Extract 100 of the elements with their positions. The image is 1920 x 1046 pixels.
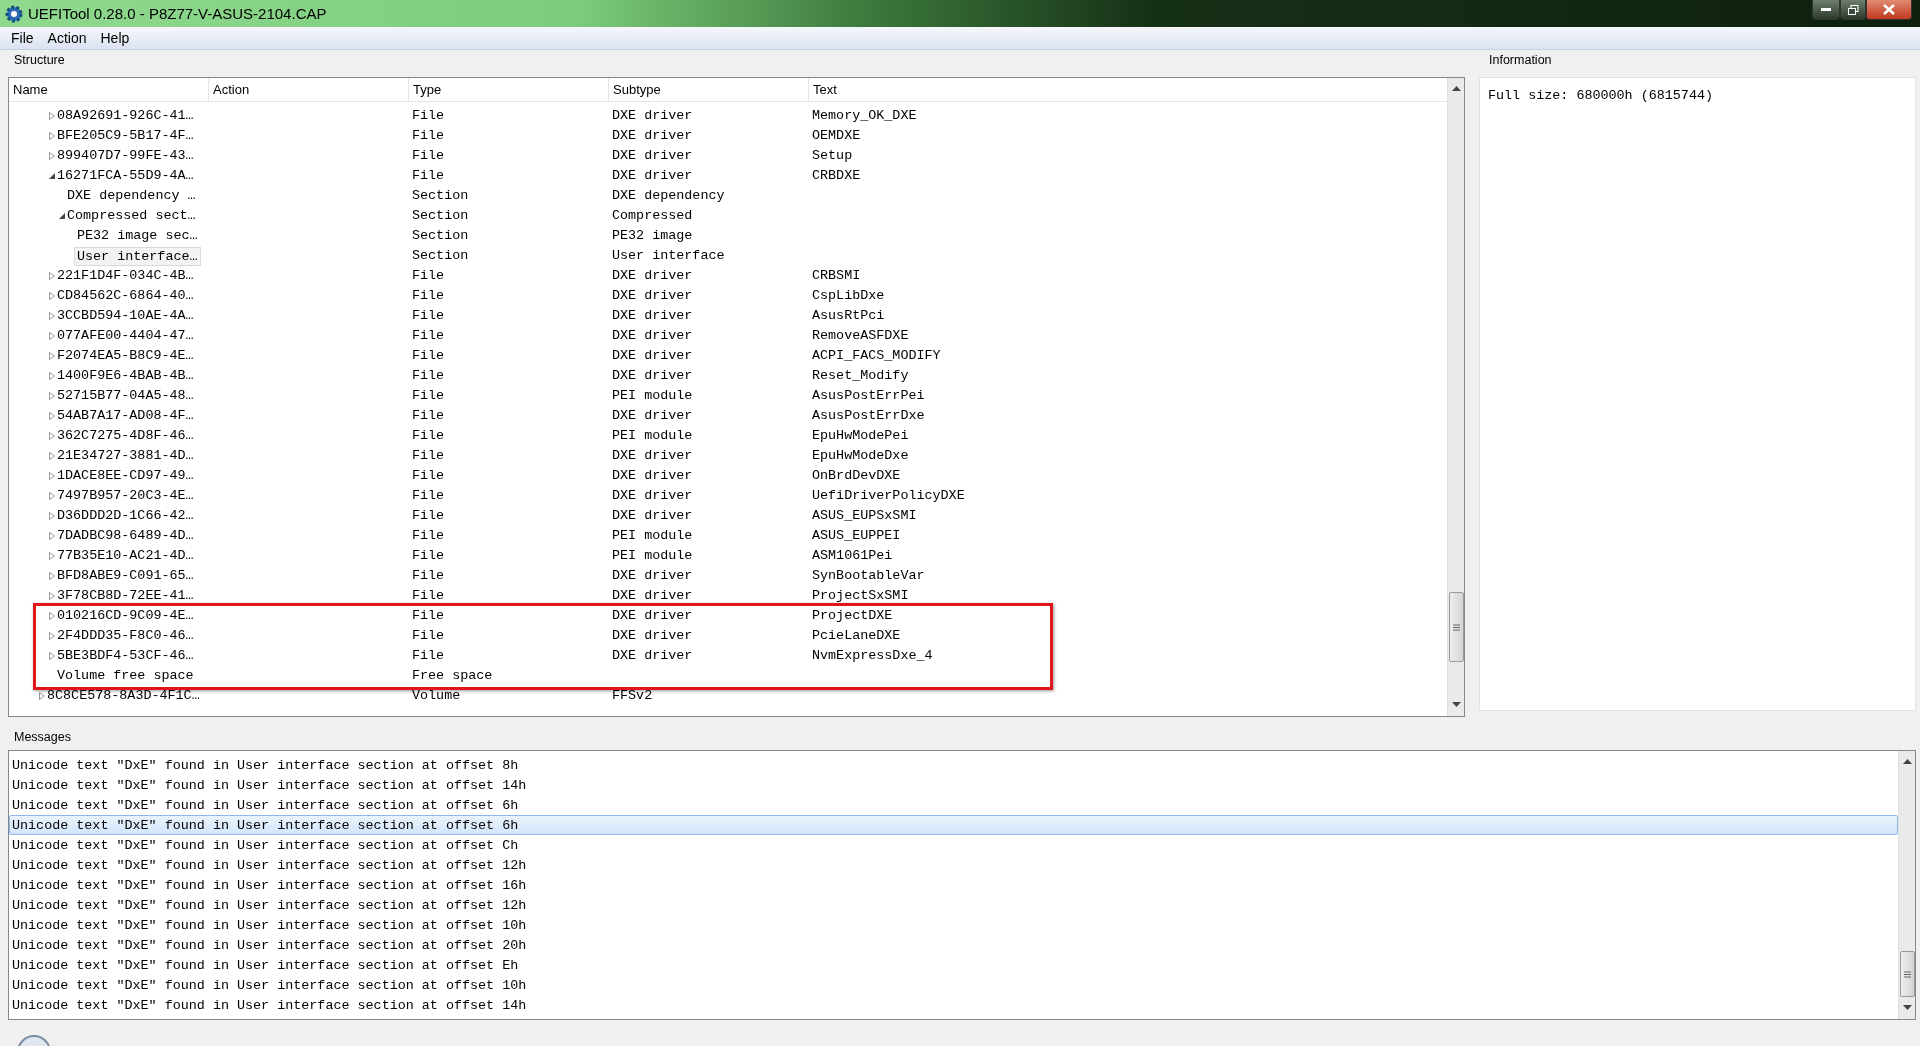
column-header[interactable]: Name [9,78,209,101]
tree-item-label[interactable]: 221F1D4F-034C-4B… [57,266,194,286]
table-cell: DXE driver [612,448,693,463]
table-cell: DXE driver [612,488,693,503]
expand-arrow-icon[interactable] [48,632,56,640]
expand-arrow-icon[interactable] [48,512,56,520]
message-row[interactable]: Unicode text "DxE" found in User interface section at offset Ch [9,835,1898,855]
message-row[interactable]: Unicode text "DxE" found in User interface section at offset 10h [9,915,1898,935]
menu-item[interactable]: Action [40,26,94,50]
message-row[interactable]: Unicode text "DxE" found in User interface section at offset 6h [9,815,1898,835]
table-cell: CRBSMI [812,268,861,283]
expand-arrow-icon[interactable] [48,412,56,420]
expand-arrow-icon[interactable] [48,572,56,580]
tree-item-label[interactable]: DXE dependency … [67,186,196,206]
tree-item-label[interactable]: Volume free space [57,666,194,686]
table-cell: CRBDXE [812,168,861,183]
table-cell: RemoveASFDXE [812,328,909,343]
tree-item-label[interactable]: Compressed sect… [67,206,196,226]
window-title: UEFITool 0.28.0 - P8Z77-V-ASUS-2104.CAP [28,4,327,24]
tree-item-label[interactable]: 2F4DDD35-F8C0-46… [57,626,194,646]
tree-item-label[interactable]: 899407D7-99FE-43… [57,146,194,166]
tree-item-label[interactable]: 3CCBD594-10AE-4A… [57,306,194,326]
tree-item-label[interactable]: 362C7275-4D8F-46… [57,426,194,446]
expand-arrow-icon[interactable] [48,472,56,480]
expand-arrow-icon[interactable] [48,392,56,400]
expand-arrow-icon[interactable] [48,592,56,600]
message-row[interactable]: Unicode text "DxE" found in User interface section at offset 6h [9,795,1898,815]
message-row[interactable]: Unicode text "DxE" found in User interface section at offset 10h [9,975,1898,995]
expand-arrow-icon[interactable] [48,452,56,460]
close-button[interactable] [1866,0,1912,20]
menu-item[interactable]: File [4,26,41,50]
table-cell: File [412,328,445,343]
expand-arrow-icon[interactable] [48,292,56,300]
table-cell: Reset_Modify [812,368,909,383]
column-header[interactable]: Action [209,78,409,101]
tree-item-label[interactable]: 010216CD-9C09-4E… [57,606,194,626]
column-header[interactable]: Text [809,78,1447,101]
tree-item-label[interactable]: BFD8ABE9-C091-65… [57,566,194,586]
tree-item-label[interactable]: 5BE3BDF4-53CF-46… [57,646,194,666]
menu-item[interactable]: Help [93,26,137,50]
tree-item-label[interactable]: 21E34727-3881-4D… [57,446,194,466]
expand-arrow-icon[interactable] [48,492,56,500]
tree-item-label[interactable]: 7DADBC98-6489-4D… [57,526,194,546]
expand-arrow-icon[interactable] [48,612,56,620]
expand-arrow-icon[interactable] [48,272,56,280]
table-cell: DXE driver [612,268,693,283]
tree-item-label[interactable]: 08A92691-926C-41… [57,106,194,126]
maximize-button[interactable] [1840,0,1866,20]
message-row[interactable]: Unicode text "DxE" found in User interface section at offset 14h [9,995,1898,1015]
scrollbar[interactable] [1898,751,1915,1019]
table-cell: Setup [812,148,853,163]
tree-item-label[interactable]: 16271FCA-55D9-4A… [57,166,194,186]
message-row[interactable]: Unicode text "DxE" found in User interface section at offset Eh [9,955,1898,975]
scrollbar[interactable] [1447,78,1464,716]
tree-item-label[interactable]: PE32 image sec… [77,226,198,246]
column-header[interactable]: Type [409,78,609,101]
message-row[interactable]: Unicode text "DxE" found in User interface section at offset 12h [9,855,1898,875]
expand-arrow-icon[interactable] [48,552,56,560]
expand-arrow-icon[interactable] [48,112,56,120]
tree-item-label[interactable]: D36DDD2D-1C66-42… [57,506,194,526]
tree-item-label[interactable]: BFE205C9-5B17-4F… [57,126,194,146]
message-row[interactable]: Unicode text "DxE" found in User interface section at offset 20h [9,935,1898,955]
tree-item-label[interactable]: 54AB7A17-AD08-4F… [57,406,194,426]
tree-item-label[interactable]: F2074EA5-B8C9-4E… [57,346,194,366]
expand-arrow-icon[interactable] [48,332,56,340]
grip-icon [1453,623,1460,631]
expand-arrow-icon[interactable] [48,152,56,160]
tree-item-label[interactable]: 52715B77-04A5-48… [57,386,194,406]
tree-item-label[interactable]: 1400F9E6-4BAB-4B… [57,366,194,386]
message-row[interactable]: Unicode text "DxE" found in User interface section at offset 8h [9,755,1898,775]
table-cell: DXE driver [612,368,693,383]
expand-arrow-icon[interactable] [48,652,56,660]
tree-item-label[interactable]: 1DACE8EE-CD97-49… [57,466,194,486]
message-row[interactable]: Unicode text "DxE" found in User interface section at offset 16h [9,875,1898,895]
table-cell: Section [412,228,469,243]
expand-arrow-icon[interactable] [48,432,56,440]
table-cell: DXE driver [612,128,693,143]
tree-item-label[interactable]: 8C8CE578-8A3D-4F1C… [47,686,200,706]
tree-item-label[interactable]: 3F78CB8D-72EE-41… [57,586,194,606]
tree-item-label[interactable]: 7497B957-20C3-4E… [57,486,194,506]
tree-item-label[interactable]: User interface… [74,246,201,266]
table-cell: File [412,268,445,283]
tree-item-label[interactable]: CD84562C-6864-40… [57,286,194,306]
column-header[interactable]: Subtype [609,78,809,101]
minimize-button[interactable] [1812,0,1840,20]
minimize-icon [1821,7,1831,12]
message-row[interactable]: Unicode text "DxE" found in User interface section at offset 12h [9,895,1898,915]
expand-arrow-icon[interactable] [48,352,56,360]
collapse-arrow-icon[interactable] [58,212,66,220]
collapse-arrow-icon[interactable] [48,172,56,180]
expand-arrow-icon[interactable] [48,312,56,320]
message-row[interactable]: Unicode text "DxE" found in User interface section at offset 14h [9,775,1898,795]
expand-arrow-icon[interactable] [48,372,56,380]
table-cell: File [412,308,445,323]
expand-arrow-icon[interactable] [48,132,56,140]
tree-item-label[interactable]: 77B35E10-AC21-4D… [57,546,194,566]
expand-arrow-icon[interactable] [38,692,46,700]
table-cell: DXE driver [612,108,693,123]
tree-item-label[interactable]: 077AFE00-4404-47… [57,326,194,346]
expand-arrow-icon[interactable] [48,532,56,540]
